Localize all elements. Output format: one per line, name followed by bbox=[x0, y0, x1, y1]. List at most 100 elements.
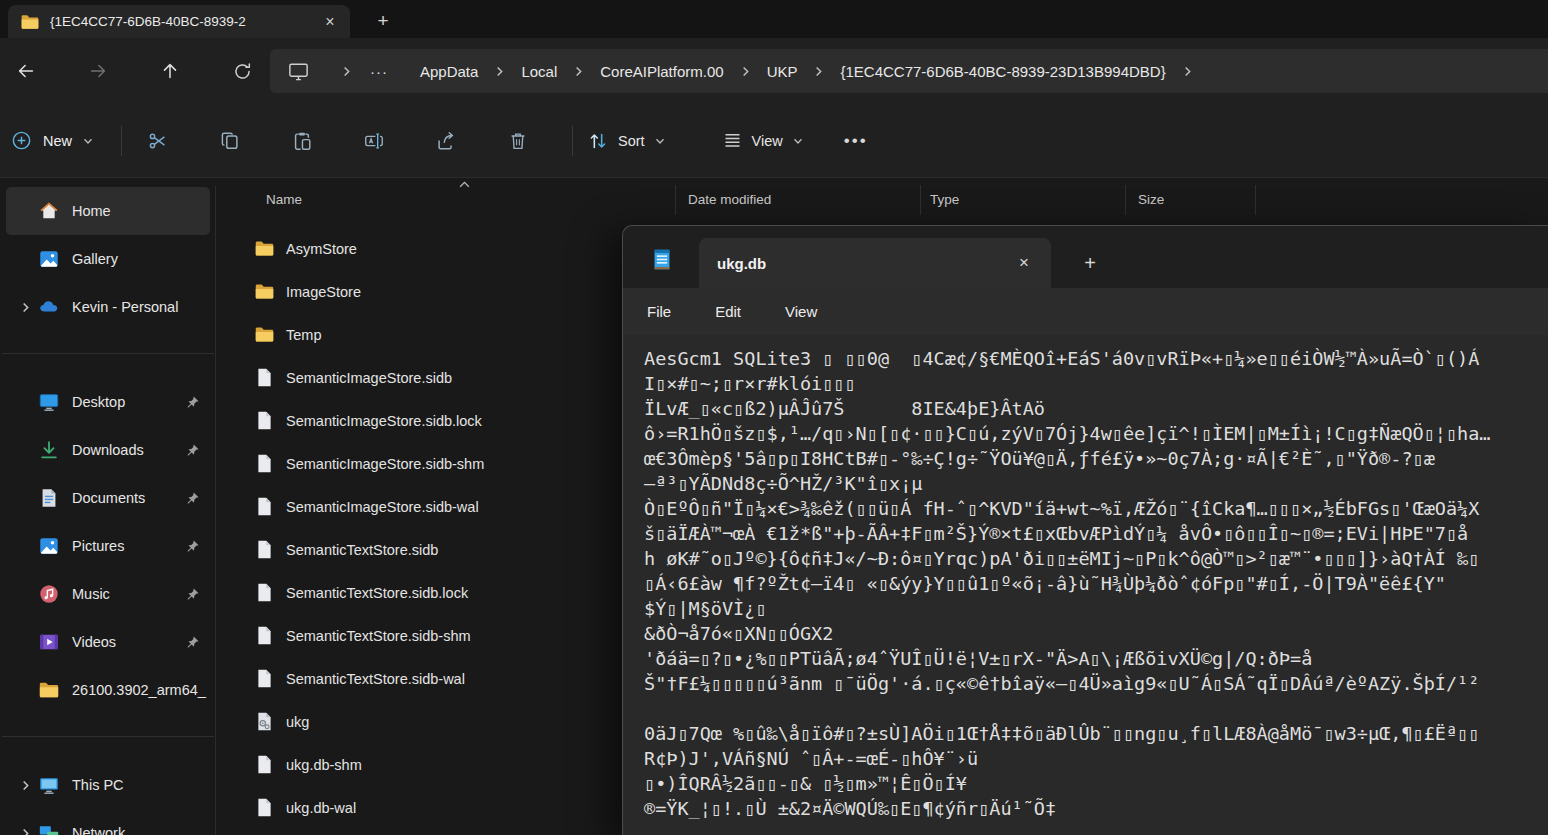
view-icon bbox=[722, 130, 743, 151]
paste-button[interactable] bbox=[278, 119, 326, 163]
file-icon bbox=[254, 668, 275, 689]
plus-circle-icon bbox=[10, 129, 33, 152]
sidebar-separator bbox=[2, 736, 214, 737]
notepad-new-tab-button[interactable]: + bbox=[1075, 250, 1105, 276]
back-icon bbox=[15, 60, 37, 82]
more-button[interactable]: ••• bbox=[818, 131, 894, 151]
new-tab-button[interactable]: + bbox=[368, 8, 398, 34]
address-bar: ··· AppData Local CoreAIPlatform.00 UKP … bbox=[0, 38, 1548, 104]
pin-icon bbox=[185, 443, 200, 458]
sidebar-item-downloads[interactable]: Downloads bbox=[6, 426, 210, 474]
breadcrumb-item[interactable]: Local bbox=[506, 63, 572, 80]
cut-button[interactable] bbox=[134, 119, 182, 163]
column-divider[interactable] bbox=[1255, 185, 1256, 215]
expand-chevron-icon[interactable] bbox=[19, 301, 32, 314]
notepad-app-icon bbox=[649, 247, 675, 273]
command-bar: New Sort View ••• bbox=[0, 104, 1548, 178]
explorer-tab[interactable]: {1EC4CC77-6D6B-40BC-8939-2 × bbox=[8, 5, 350, 38]
new-button[interactable]: New bbox=[0, 129, 94, 152]
tab-close-icon[interactable]: × bbox=[318, 10, 342, 34]
chevron-right-icon bbox=[493, 65, 506, 78]
share-button[interactable] bbox=[422, 119, 470, 163]
file-icon bbox=[254, 797, 275, 818]
cut-icon bbox=[147, 130, 169, 152]
chevron-down-icon bbox=[82, 135, 94, 147]
up-button[interactable] bbox=[152, 54, 188, 88]
desktop-icon bbox=[38, 391, 60, 413]
copy-button[interactable] bbox=[206, 119, 254, 163]
notepad-tab-bar: ukg.db × + bbox=[623, 226, 1548, 288]
folder-icon bbox=[20, 12, 40, 32]
refresh-button[interactable] bbox=[224, 54, 260, 88]
file-icon bbox=[254, 410, 275, 431]
notepad-editor[interactable]: AesGcm1 SQLite3 ▯ ▯▯0@ ▯4Cæ¢/§€MÈQOî+EáS… bbox=[624, 335, 1548, 835]
paste-icon bbox=[291, 130, 313, 152]
expand-chevron-icon[interactable] bbox=[19, 779, 32, 792]
menu-file[interactable]: File bbox=[647, 303, 671, 320]
sidebar-item-home[interactable]: Home bbox=[6, 187, 210, 235]
this-pc-icon bbox=[38, 774, 60, 796]
rename-button[interactable] bbox=[350, 119, 398, 163]
back-button[interactable] bbox=[8, 54, 44, 88]
column-date-modified[interactable]: Date modified bbox=[688, 192, 771, 207]
breadcrumb-item[interactable]: {1EC4CC77-6D6B-40BC-8939-23D13B994DBD} bbox=[825, 63, 1180, 80]
sort-button[interactable]: Sort bbox=[573, 130, 680, 152]
this-pc-icon bbox=[287, 60, 310, 83]
breadcrumb-item[interactable]: CoreAIPlatform.00 bbox=[585, 63, 738, 80]
sidebar-item-gallery[interactable]: Gallery bbox=[6, 235, 210, 283]
notepad-tab-close-icon[interactable]: × bbox=[1011, 250, 1037, 276]
column-type[interactable]: Type bbox=[930, 192, 959, 207]
sidebar-item-documents[interactable]: Documents bbox=[6, 474, 210, 522]
chevron-right-icon bbox=[812, 65, 825, 78]
folder-icon bbox=[254, 281, 275, 302]
menu-edit[interactable]: Edit bbox=[715, 303, 741, 320]
editor-text: AesGcm1 SQLite3 ▯ ▯▯0@ ▯4Cæ¢/§€MÈQOî+EáS… bbox=[624, 335, 1548, 821]
sidebar-item-onedrive[interactable]: Kevin - Personal bbox=[6, 283, 210, 331]
notepad-tab[interactable]: ukg.db × bbox=[699, 238, 1051, 288]
breadcrumb-item[interactable]: AppData bbox=[405, 63, 493, 80]
chevron-right-icon bbox=[1181, 65, 1194, 78]
sidebar-item-pictures[interactable]: Pictures bbox=[6, 522, 210, 570]
refresh-icon bbox=[232, 61, 253, 82]
explorer-tab-bar: {1EC4CC77-6D6B-40BC-8939-2 × + bbox=[0, 0, 1548, 38]
pin-icon bbox=[185, 539, 200, 554]
column-divider[interactable] bbox=[1125, 185, 1126, 215]
folder-icon bbox=[254, 324, 275, 345]
gallery-icon bbox=[38, 248, 60, 270]
column-divider[interactable] bbox=[675, 185, 676, 215]
chevron-down-icon bbox=[792, 135, 804, 147]
network-icon bbox=[38, 822, 60, 835]
forward-button[interactable] bbox=[80, 54, 116, 88]
file-icon bbox=[254, 539, 275, 560]
sort-icon bbox=[587, 130, 609, 152]
breadcrumb-overflow[interactable]: ··· bbox=[353, 63, 405, 80]
menu-view[interactable]: View bbox=[785, 303, 817, 320]
sidebar-item-network[interactable]: Network bbox=[6, 809, 210, 835]
sidebar-item-music[interactable]: Music bbox=[6, 570, 210, 618]
onedrive-icon bbox=[38, 296, 60, 318]
breadcrumb-item[interactable]: UKP bbox=[752, 63, 813, 80]
sidebar-item-folder[interactable]: 26100.3902_arm64_ bbox=[6, 666, 210, 714]
view-button[interactable]: View bbox=[708, 130, 818, 151]
expand-chevron-icon[interactable] bbox=[19, 827, 32, 835]
explorer-tab-title: {1EC4CC77-6D6B-40BC-8939-2 bbox=[50, 14, 312, 29]
delete-button[interactable] bbox=[494, 119, 542, 163]
system-file-icon bbox=[254, 711, 275, 732]
videos-icon bbox=[38, 631, 60, 653]
breadcrumb[interactable]: ··· AppData Local CoreAIPlatform.00 UKP … bbox=[270, 49, 1548, 93]
pin-icon bbox=[185, 491, 200, 506]
share-icon bbox=[435, 130, 457, 152]
sidebar: Home Gallery Kevin - Personal Desktop bbox=[0, 178, 216, 835]
column-divider[interactable] bbox=[920, 185, 921, 215]
toolbar-separator bbox=[121, 126, 122, 156]
sidebar-item-this-pc[interactable]: This PC bbox=[6, 761, 210, 809]
column-size[interactable]: Size bbox=[1138, 192, 1164, 207]
column-name[interactable]: Name bbox=[266, 192, 302, 207]
copy-icon bbox=[219, 130, 241, 152]
sidebar-item-videos[interactable]: Videos bbox=[6, 618, 210, 666]
pin-icon bbox=[185, 635, 200, 650]
downloads-icon bbox=[38, 439, 60, 461]
chevron-right-icon bbox=[739, 65, 752, 78]
sidebar-separator bbox=[2, 353, 214, 354]
sidebar-item-desktop[interactable]: Desktop bbox=[6, 378, 210, 426]
